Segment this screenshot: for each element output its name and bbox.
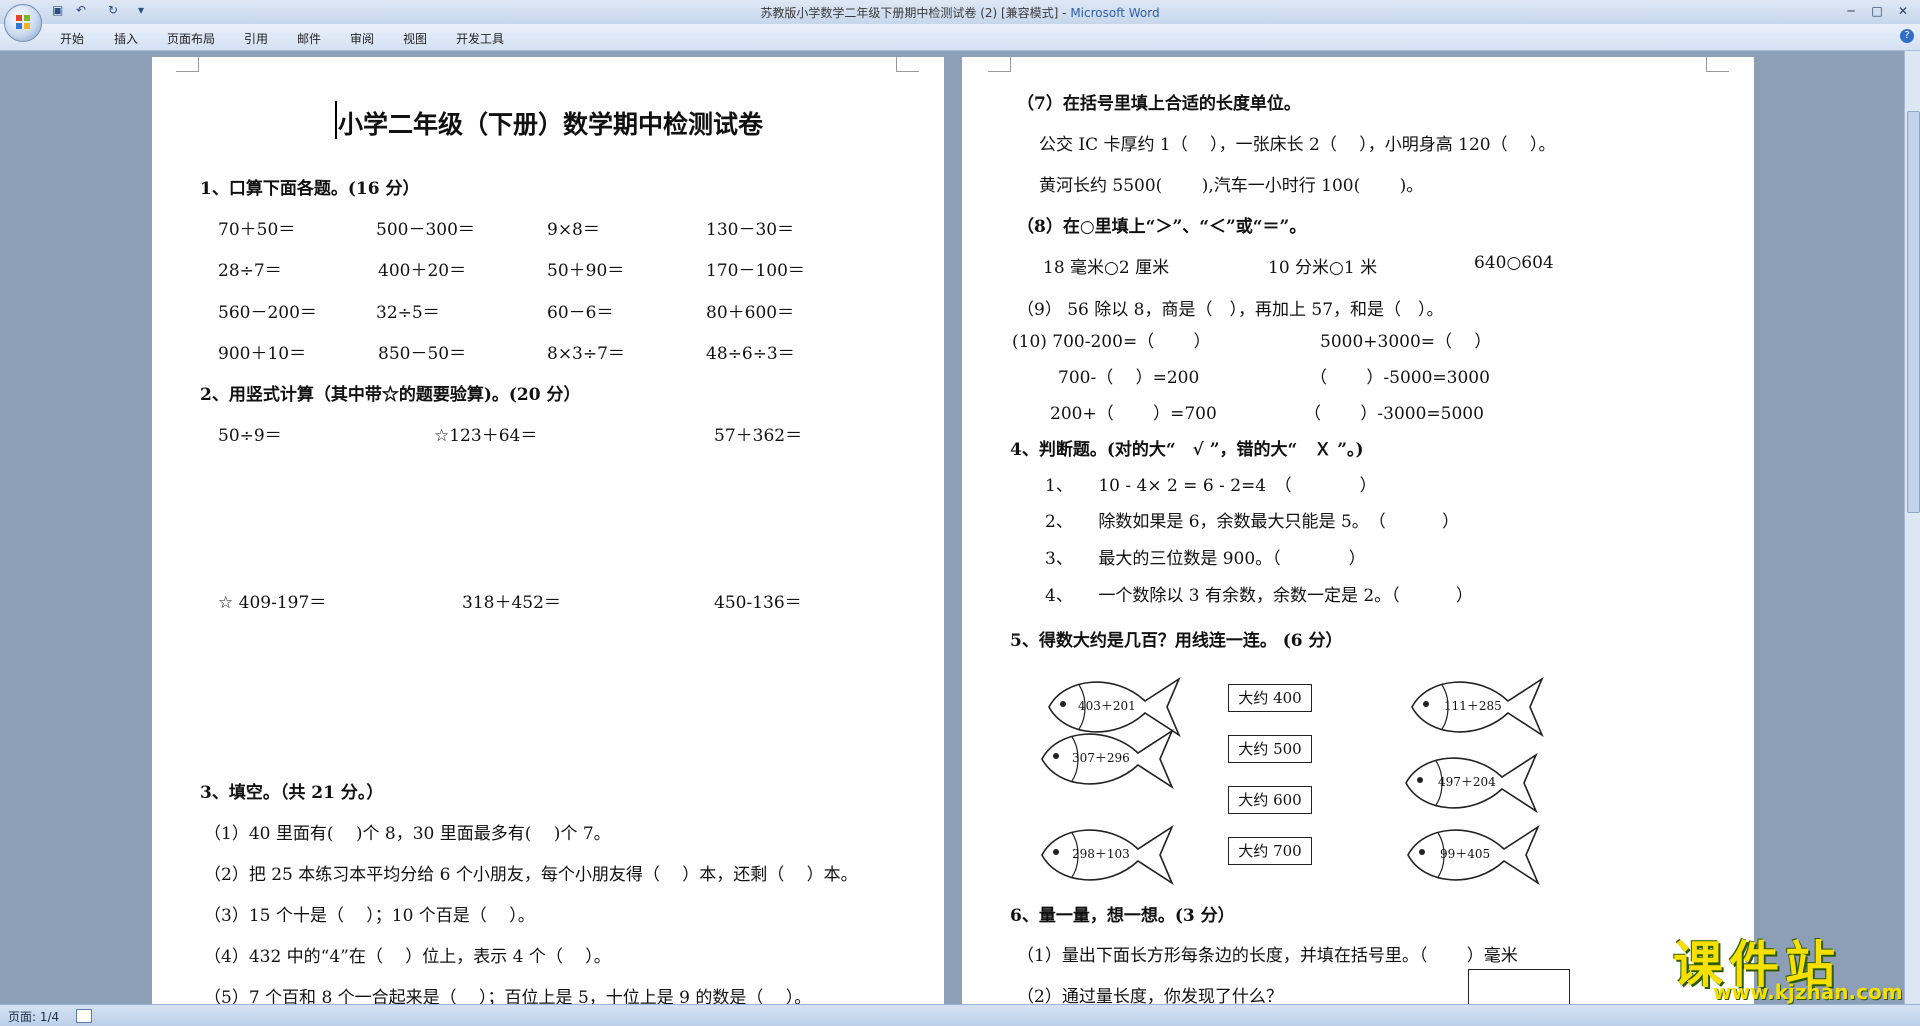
answer-box[interactable]: 大约 400 — [1228, 684, 1312, 712]
fish-expression[interactable]: 403＋201 — [1078, 697, 1136, 714]
ribbon-tabs: 开始 插入 页面布局 引用 邮件 审阅 视图 开发工具 — [0, 24, 1920, 51]
fill-blank-item[interactable]: （3）15 个十是（ ）；10 个百是（ ）。 — [204, 901, 535, 926]
tab-view[interactable]: 视图 — [403, 30, 427, 47]
question-1-heading[interactable]: 1、口算下面各题。(16 分） — [200, 174, 419, 199]
vertical-calc-item[interactable]: 318＋452＝ — [462, 588, 561, 613]
crop-mark — [1706, 57, 1729, 72]
arith-item[interactable]: 70＋50＝ — [218, 215, 295, 240]
fill-blank-item[interactable]: （5）7 个百和 8 个一合起来是（ ）；百位上是 5，十位上是 9 的数是（ … — [204, 983, 811, 1004]
proofing-icon[interactable] — [76, 1009, 92, 1023]
answer-box[interactable]: 大约 700 — [1228, 837, 1312, 865]
tab-page-layout[interactable]: 页面布局 — [167, 30, 215, 47]
q7-line[interactable]: 黄河长约 5500( ),汽车一小时行 100( )。 — [1039, 171, 1423, 196]
q10-line[interactable]: 5000+3000=（ ） — [1320, 327, 1491, 352]
q7-heading[interactable]: （7）在括号里填上合适的长度单位。 — [1017, 89, 1301, 114]
arith-item[interactable]: 850－50＝ — [378, 339, 466, 364]
question-6-heading[interactable]: 6、量一量，想一想。(3 分） — [1010, 901, 1235, 926]
tab-review[interactable]: 审阅 — [350, 30, 374, 47]
vertical-calc-item[interactable]: 50÷9＝ — [218, 421, 282, 446]
fish-expression[interactable]: 298＋103 — [1072, 845, 1130, 862]
fill-blank-item[interactable]: （1）40 里面有( )个 8，30 里面最多有( )个 7。 — [204, 819, 611, 844]
arith-item[interactable]: 900＋10＝ — [218, 339, 306, 364]
judge-item[interactable]: 4、 一个数除以 3 有余数，余数一定是 2。（ ） — [1045, 581, 1473, 606]
question-2-heading[interactable]: 2、用竖式计算（其中带☆的题要验算)。(20 分） — [200, 380, 581, 405]
judge-item[interactable]: 2、 除数如果是 6，余数最大只能是 5。 （ ） — [1045, 507, 1459, 532]
fish-expression[interactable]: 111＋285 — [1444, 697, 1502, 714]
watermark-url: www.kjzhan.com — [1713, 980, 1903, 1004]
crop-mark — [896, 57, 919, 72]
vertical-scrollbar[interactable] — [1904, 51, 1920, 1004]
answer-box[interactable]: 大约 600 — [1228, 786, 1312, 814]
question-3-heading[interactable]: 3、填空。（共 21 分。） — [200, 778, 383, 803]
tab-home[interactable]: 开始 — [60, 30, 84, 47]
measure-rectangle — [1468, 969, 1570, 1004]
arith-item[interactable]: 60－6＝ — [547, 298, 613, 323]
q10-line[interactable]: （ ）-5000=3000 — [1310, 363, 1490, 388]
minimize-button[interactable]: ─ — [1840, 2, 1862, 20]
arith-item[interactable]: 500－300＝ — [376, 215, 475, 240]
arith-item[interactable]: 50＋90＝ — [547, 256, 624, 281]
vertical-calc-item[interactable]: 450-136＝ — [714, 588, 802, 613]
q10-line[interactable]: 700-（ ）=200 — [1058, 363, 1199, 388]
vertical-calc-item[interactable]: ☆123＋64＝ — [434, 421, 537, 446]
tab-references[interactable]: 引用 — [244, 30, 268, 47]
fill-blank-item[interactable]: （4）432 中的“4”在（ ）位上，表示 4 个（ ）。 — [204, 942, 611, 967]
arith-item[interactable]: 8×3÷7＝ — [547, 339, 625, 364]
text-cursor — [335, 101, 337, 139]
fill-blank-item[interactable]: （2）把 25 本练习本平均分给 6 个小朋友，每个小朋友得（ ）本，还剩（ ）… — [204, 860, 858, 885]
page-indicator[interactable]: 页面: 1/4 — [8, 1008, 59, 1025]
document-workspace: 小学二年级（下册）数学期中检测试卷 1、口算下面各题。(16 分） 70＋50＝… — [0, 51, 1904, 1004]
arith-item[interactable]: 400＋20＝ — [378, 256, 466, 281]
tab-mailings[interactable]: 邮件 — [297, 30, 321, 47]
arith-item[interactable]: 9×8＝ — [547, 215, 600, 240]
tab-insert[interactable]: 插入 — [114, 30, 138, 47]
q8-item[interactable]: 640○604 — [1474, 253, 1554, 273]
vertical-calc-item[interactable]: ☆ 409-197＝ — [218, 588, 326, 613]
arith-item[interactable]: 48÷6÷3＝ — [706, 339, 795, 364]
q8-heading[interactable]: （8）在○里填上“＞”、“＜”或“＝”。 — [1017, 212, 1306, 237]
arith-item[interactable]: 560－200＝ — [218, 298, 317, 323]
watermark-logo: 课件站 www.kjzhan.com — [1673, 925, 1913, 1005]
document-page-2: （7）在括号里填上合适的长度单位。 公交 IC 卡厚约 1（ ），一张床长 2（… — [962, 57, 1754, 1004]
help-icon[interactable]: ? — [1900, 29, 1914, 43]
q9-line[interactable]: （9） 56 除以 8，商是（ ），再加上 57，和是（ ）。 — [1017, 295, 1444, 320]
arith-item[interactable]: 170－100＝ — [706, 256, 805, 281]
arith-item[interactable]: 130－30＝ — [706, 215, 794, 240]
q10-line[interactable]: (10) 700-200=（ ） — [1012, 327, 1211, 352]
q7-line[interactable]: 公交 IC 卡厚约 1（ ），一张床长 2（ ），小明身高 120（ ）。 — [1039, 130, 1556, 155]
arith-item[interactable]: 28÷7＝ — [218, 256, 282, 281]
crop-mark — [988, 57, 1011, 72]
status-bar: 页面: 1/4 — [0, 1004, 1920, 1026]
document-page-1: 小学二年级（下册）数学期中检测试卷 1、口算下面各题。(16 分） 70＋50＝… — [152, 57, 944, 1004]
maximize-button[interactable]: □ — [1866, 2, 1888, 20]
q8-item[interactable]: 10 分米○1 米 — [1268, 253, 1377, 278]
arith-item[interactable]: 80＋600＝ — [706, 298, 794, 323]
q10-line[interactable]: （ ）-3000=5000 — [1304, 399, 1484, 424]
judge-item[interactable]: 1、 10 - 4× 2 = 6 - 2=4 （ ） — [1045, 471, 1377, 496]
fish-expression[interactable]: 497＋204 — [1438, 773, 1496, 790]
crop-mark — [176, 57, 199, 72]
office-logo-icon — [16, 15, 30, 29]
question-5-heading[interactable]: 5、得数大约是几百？用线连一连。 (6 分） — [1010, 626, 1343, 651]
q6-item[interactable]: （1）量出下面长方形每条边的长度，并填在括号里。（ ）毫米 — [1017, 941, 1518, 966]
answer-box[interactable]: 大约 500 — [1228, 735, 1312, 763]
q10-line[interactable]: 200+（ ）=700 — [1050, 399, 1217, 424]
window-title: 苏教版小学数学二年级下册期中检测试卷 (2) [兼容模式] - Microsof… — [760, 6, 1160, 20]
arith-item[interactable]: 32÷5＝ — [376, 298, 440, 323]
document-title[interactable]: 小学二年级（下册）数学期中检测试卷 — [338, 105, 763, 141]
fish-expression[interactable]: 307＋296 — [1072, 749, 1130, 766]
title-bar: ▣ ↶ ↻ ▾ 苏教版小学数学二年级下册期中检测试卷 (2) [兼容模式] - … — [0, 0, 1920, 24]
judge-item[interactable]: 3、 最大的三位数是 900。（ ） — [1045, 544, 1366, 569]
q6-item[interactable]: （2）通过量长度，你发现了什么？ — [1017, 982, 1283, 1004]
fish-expression[interactable]: 99＋405 — [1440, 845, 1490, 862]
scrollbar-thumb[interactable] — [1907, 111, 1920, 513]
close-button[interactable]: ✕ — [1892, 2, 1914, 20]
tab-developer[interactable]: 开发工具 — [456, 30, 504, 47]
q8-item[interactable]: 18 毫米○2 厘米 — [1043, 253, 1169, 278]
office-button[interactable] — [4, 4, 42, 42]
vertical-calc-item[interactable]: 57＋362＝ — [714, 421, 802, 446]
question-4-heading[interactable]: 4、判断题。(对的大“ √ ”，错的大“ Ｘ ”。) — [1010, 435, 1364, 460]
